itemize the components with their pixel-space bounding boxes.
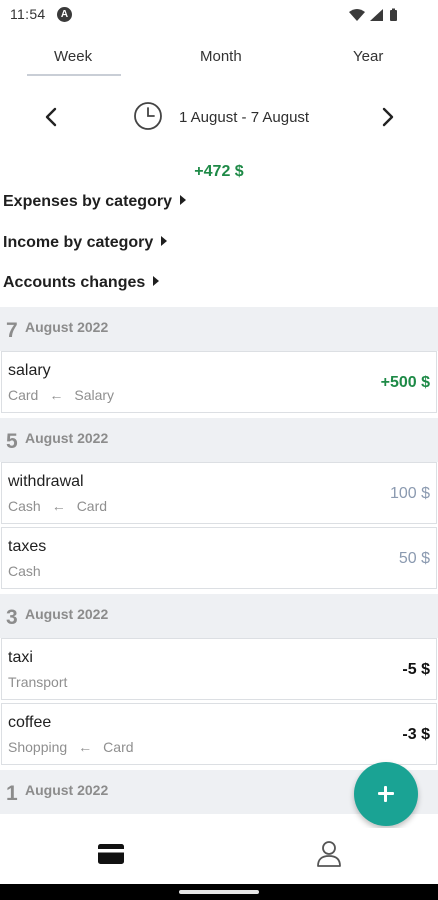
transaction-accounts: Cash ← Card xyxy=(8,498,108,514)
triangle-right-icon xyxy=(179,195,186,205)
day-header: 3 August 2022 xyxy=(0,594,438,638)
day-number: 7 xyxy=(6,319,18,342)
day-number: 5 xyxy=(6,430,18,453)
home-indicator[interactable] xyxy=(179,890,259,894)
day-month: August 2022 xyxy=(25,606,109,622)
date-navigation: 1 August - 7 August xyxy=(0,98,438,138)
accounts-changes-label: Accounts changes xyxy=(3,274,146,291)
period-tabs: Week Month Year xyxy=(0,42,438,78)
day-number: 3 xyxy=(6,606,18,629)
transactions-list: 7 August 2022 salary Card ← Salary +500 $ … xyxy=(0,307,438,814)
date-range-label[interactable]: 1 August - 7 August xyxy=(179,109,309,126)
transaction-name: withdrawal xyxy=(8,473,84,490)
transaction-name: taxi xyxy=(8,649,33,666)
system-status-icons xyxy=(349,8,397,21)
day-month: August 2022 xyxy=(25,782,109,798)
expenses-by-category-link[interactable]: Expenses by category xyxy=(3,193,186,211)
transaction-accounts: Transport xyxy=(8,674,68,690)
arrow-left-icon: ← xyxy=(51,498,66,514)
day-header: 5 August 2022 xyxy=(0,418,438,462)
card-icon[interactable] xyxy=(98,844,124,864)
income-by-category-label: Income by category xyxy=(3,234,154,251)
transaction-amount: +500 $ xyxy=(380,374,430,391)
accounts-changes-link[interactable]: Accounts changes xyxy=(3,274,160,292)
transaction-name: taxes xyxy=(8,538,47,555)
day-month: August 2022 xyxy=(25,319,109,335)
transaction-accounts: Cash xyxy=(8,563,41,579)
triangle-right-icon xyxy=(153,276,160,286)
income-by-category-link[interactable]: Income by category xyxy=(3,234,168,252)
period-total: +472 $ xyxy=(194,163,244,180)
transaction-row[interactable]: salary Card ← Salary +500 $ xyxy=(1,351,437,413)
tab-indicator xyxy=(27,74,121,76)
transaction-row[interactable]: coffee Shopping ← Card -3 $ xyxy=(1,703,437,765)
transaction-amount: -3 $ xyxy=(402,726,430,743)
transaction-row[interactable]: taxes Cash 50 $ xyxy=(1,527,437,589)
transaction-accounts: Shopping ← Card xyxy=(8,739,134,755)
tab-week[interactable]: Week xyxy=(54,48,92,65)
notification-badge-icon: A xyxy=(57,7,72,22)
transaction-name: coffee xyxy=(8,714,52,731)
triangle-right-icon xyxy=(161,236,168,246)
arrow-left-icon: ← xyxy=(78,739,93,755)
transaction-amount: 50 $ xyxy=(398,550,430,567)
chevron-left-icon[interactable] xyxy=(41,106,63,128)
transaction-accounts: Card ← Salary xyxy=(8,387,115,403)
bottom-navigation xyxy=(0,828,438,884)
transaction-amount: -5 $ xyxy=(402,661,430,678)
tab-month[interactable]: Month xyxy=(200,48,242,65)
day-number: 1 xyxy=(6,782,18,805)
status-bar: 11:54 A xyxy=(0,0,438,30)
battery-icon xyxy=(390,10,397,21)
day-month: August 2022 xyxy=(25,430,109,446)
transaction-row[interactable]: taxi Transport -5 $ xyxy=(1,638,437,700)
arrow-left-icon: ← xyxy=(49,387,64,403)
transaction-name: salary xyxy=(8,362,51,379)
expenses-by-category-label: Expenses by category xyxy=(3,193,172,210)
tab-year[interactable]: Year xyxy=(353,48,383,65)
clock-icon[interactable] xyxy=(133,101,163,131)
signal-icon xyxy=(370,9,383,21)
day-header: 7 August 2022 xyxy=(0,307,438,351)
status-time: 11:54 xyxy=(10,6,46,22)
wifi-icon xyxy=(349,9,365,21)
chevron-right-icon[interactable] xyxy=(376,106,398,128)
transaction-amount: 100 $ xyxy=(389,485,430,502)
add-transaction-button[interactable] xyxy=(354,762,418,826)
transaction-row[interactable]: withdrawal Cash ← Card 100 $ xyxy=(1,462,437,524)
gesture-bar xyxy=(0,884,438,900)
person-icon[interactable] xyxy=(316,840,342,868)
